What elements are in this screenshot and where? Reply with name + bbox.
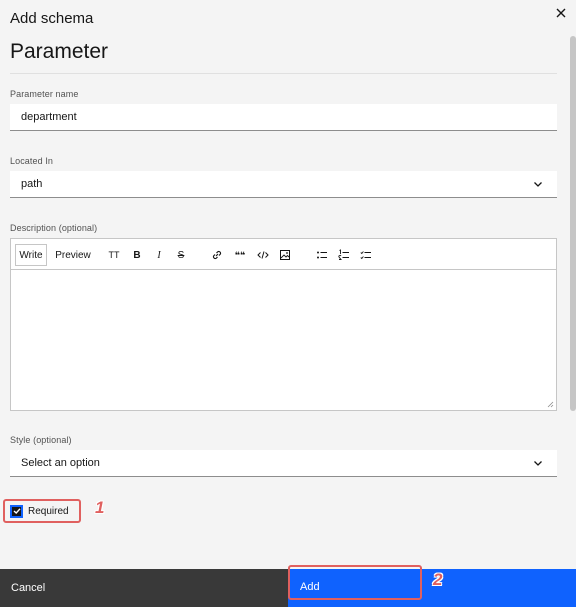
image-icon[interactable] — [278, 248, 292, 262]
required-label: Required — [28, 505, 69, 517]
required-checkbox[interactable]: Required — [3, 499, 81, 523]
chevron-down-icon — [534, 461, 542, 466]
resize-grip-icon[interactable] — [547, 401, 554, 408]
tab-write[interactable]: Write — [15, 244, 47, 266]
strikethrough-icon[interactable]: S — [174, 248, 188, 262]
close-icon[interactable] — [556, 8, 566, 18]
heading-icon[interactable]: TT — [107, 248, 121, 262]
located-in-select[interactable]: path — [10, 171, 557, 198]
add-button-label: Add — [300, 581, 320, 593]
scrollbar-thumb[interactable] — [570, 36, 576, 411]
editor-toolbar: Write Preview TT B I S ❝❝ — [11, 239, 556, 270]
checkbox-checked[interactable] — [10, 504, 23, 518]
link-icon[interactable] — [210, 248, 224, 262]
task-list-icon[interactable] — [359, 248, 373, 262]
modal-header-label: Add schema — [10, 10, 94, 27]
modal-footer: Cancel Add — [0, 565, 576, 607]
add-schema-modal: Add schema Parameter Parameter name depa… — [0, 0, 576, 607]
italic-icon[interactable]: I — [152, 248, 166, 262]
bold-icon[interactable]: B — [130, 248, 144, 262]
annotation-badge-2: 2 — [433, 570, 443, 589]
style-select[interactable]: Select an option — [10, 450, 557, 477]
cancel-button[interactable]: Cancel — [0, 569, 288, 607]
annotation-badge-1: 1 — [95, 498, 105, 517]
style-label: Style (optional) — [10, 435, 72, 445]
description-textarea[interactable] — [11, 270, 556, 410]
bulleted-list-icon[interactable] — [315, 248, 329, 262]
parameter-name-input[interactable]: department — [10, 104, 557, 131]
tab-preview[interactable]: Preview — [51, 244, 95, 266]
page-title: Parameter — [10, 40, 109, 63]
located-in-label: Located In — [10, 156, 54, 166]
numbered-list-icon[interactable] — [337, 248, 351, 262]
close-button[interactable] — [552, 4, 570, 22]
located-in-value: path — [21, 178, 43, 190]
description-label: Description (optional) — [10, 223, 98, 233]
quote-icon[interactable]: ❝❝ — [233, 248, 247, 262]
checkmark-icon — [13, 508, 21, 514]
add-button[interactable]: Add — [288, 565, 576, 607]
title-divider — [10, 73, 557, 74]
chevron-down-icon — [534, 182, 542, 187]
style-placeholder: Select an option — [21, 457, 100, 469]
code-icon[interactable] — [256, 248, 270, 262]
markdown-editor: Write Preview TT B I S ❝❝ — [10, 238, 557, 411]
parameter-name-label: Parameter name — [10, 89, 79, 99]
